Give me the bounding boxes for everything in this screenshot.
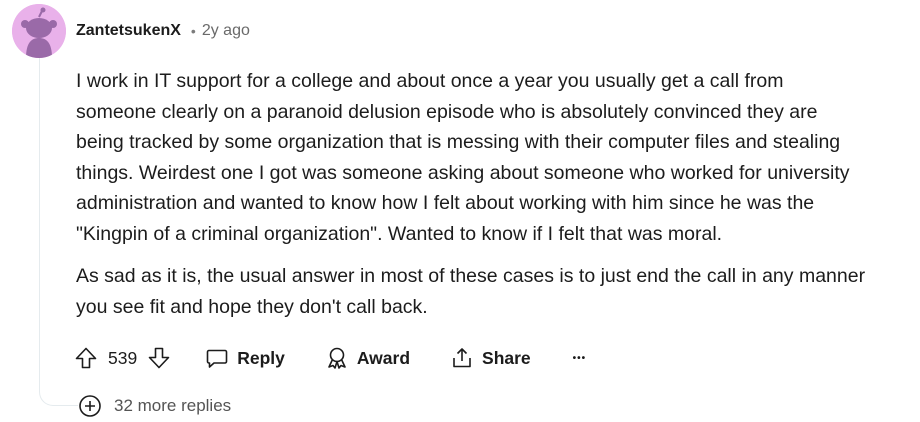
award-button[interactable]: Award [325,346,410,370]
award-label: Award [356,347,411,368]
thread-line[interactable] [39,58,40,384]
timestamp[interactable]: 2y ago [202,22,250,40]
downvote-button[interactable] [147,346,171,370]
plus-circle-icon [79,395,101,417]
more-replies-label: 32 more replies [114,396,232,415]
comment-paragraph-2: As sad as it is, the usual answer in mos… [76,261,916,322]
arrow-up-icon [75,347,97,369]
comment-paragraph-1: I work in IT support for a college and a… [76,66,916,249]
more-options-button[interactable]: ••• [573,353,587,364]
separator-dot: • [190,23,196,39]
reply-button[interactable]: Reply [205,346,285,370]
comment-body: I work in IT support for a college and a… [76,66,916,322]
text-line: being tracked by some organization that … [76,131,841,153]
snoo-avatar-icon [12,4,66,58]
more-replies-link[interactable]: 32 more replies [78,394,236,418]
comment-header: ZantetsukenX • 2y ago [76,20,250,42]
arrow-down-icon [148,347,170,369]
vote-count: 539 [108,347,138,368]
text-line: As sad as it is, the usual answer in mos… [76,265,866,287]
reply-label: Reply [237,347,285,368]
text-line: things. Weirdest one I got was someone a… [76,161,850,184]
text-line: I work in IT support for a college and a… [76,70,784,92]
text-line: you see fit and hope they don't call bac… [76,295,428,318]
upvote-button[interactable] [74,346,98,370]
username-link[interactable]: ZantetsukenX [76,22,181,40]
comment-actions: 539 Reply Award Share ••• [74,342,586,374]
share-button[interactable]: Share [450,346,531,370]
ellipsis-icon: ••• [572,352,587,364]
share-label: Share [482,347,531,368]
speech-bubble-icon [206,349,228,368]
text-line: someone clearly on a paranoid delusion e… [76,100,818,123]
avatar[interactable] [12,4,66,58]
text-line: "Kingpin of a criminal organization". Wa… [76,222,723,245]
thread-connector [39,370,79,406]
text-line: administration and wanted to know how I … [76,192,815,214]
share-icon [453,348,471,368]
award-ribbon-icon [328,347,346,369]
